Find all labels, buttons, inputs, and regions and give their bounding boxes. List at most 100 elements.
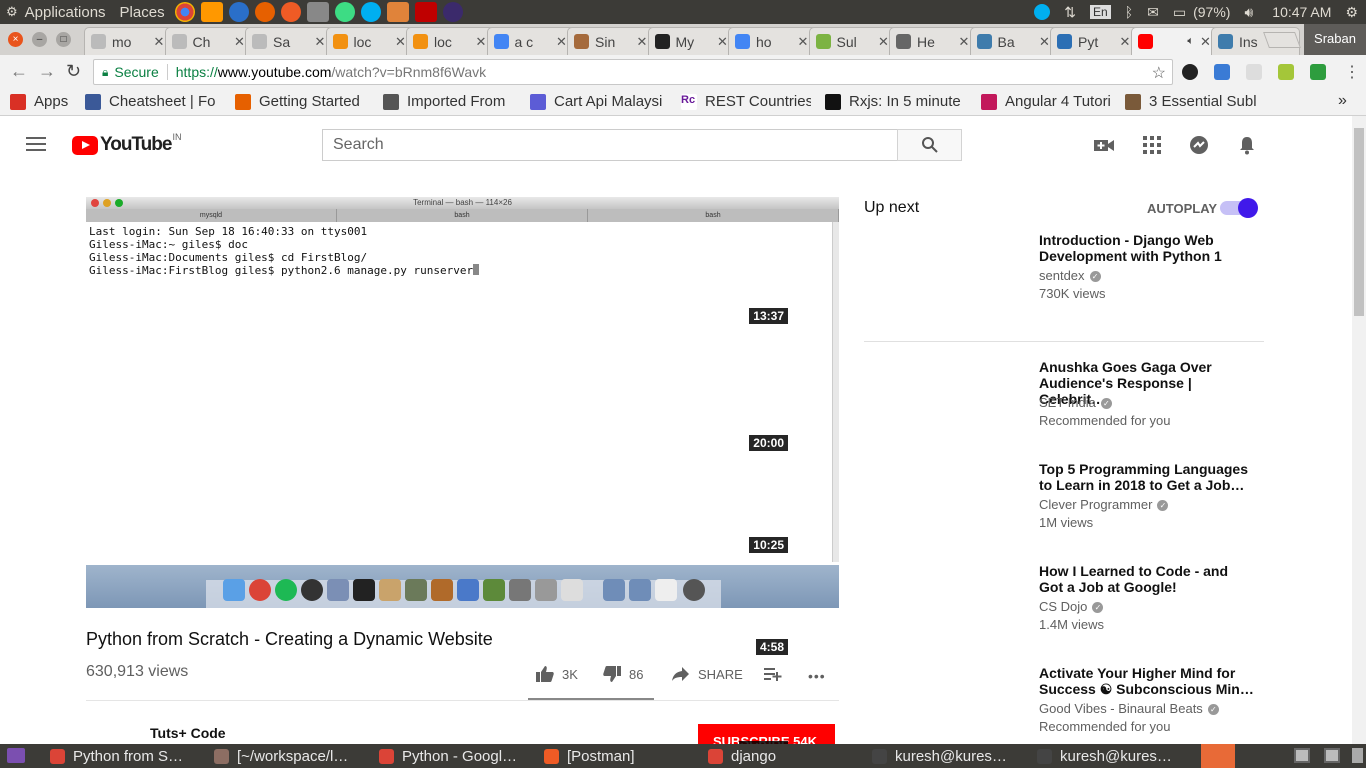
browser-tab[interactable]: Ba ✕ [969, 27, 1058, 55]
bookmark-item[interactable]: 3 Essential Subl [1125, 93, 1265, 110]
recommended-video[interactable]: 4:58 How I Learned to Code - and Got a Jo… [755, 563, 1264, 657]
autoplay-toggle[interactable] [1220, 198, 1258, 218]
browser-tab[interactable]: mo ✕ [84, 27, 173, 55]
system-gear-icon[interactable]: ⚙ [6, 4, 18, 20]
search-button[interactable] [897, 129, 962, 161]
volume-icon[interactable]: 🔊︎ [1244, 4, 1253, 21]
tray-icon-1[interactable] [1294, 748, 1310, 763]
bookmark-item[interactable]: Angular 4 Tutori [981, 93, 1116, 110]
tab-close-icon[interactable]: ✕ [154, 34, 166, 50]
tray-icon-2[interactable] [1324, 748, 1340, 763]
sublime-launcher-icon[interactable] [200, 2, 223, 22]
session-gear-icon[interactable]: ⚙ [1345, 4, 1358, 21]
window-close-button[interactable]: × [8, 32, 23, 47]
tab-close-icon[interactable]: ✕ [476, 34, 488, 50]
chrome-menu-icon[interactable]: ⋮ [1344, 62, 1360, 82]
recommended-video-title[interactable]: How I Learned to Code - and Got a Job at… [1039, 563, 1254, 595]
browser-tab[interactable]: ho ✕ [728, 27, 817, 55]
tab-close-icon[interactable]: ✕ [1120, 34, 1132, 50]
extension-3-icon[interactable] [1246, 64, 1262, 80]
taskbar-window-button[interactable]: kuresh@kures… [1037, 744, 1197, 768]
apps-grid-icon[interactable] [1141, 135, 1163, 155]
search-input[interactable]: Search [322, 129, 898, 161]
android-studio-launcher-icon[interactable] [334, 2, 355, 22]
recommended-video-title[interactable]: Introduction - Django Web Development wi… [1039, 232, 1254, 264]
bluetooth-icon[interactable]: ᛒ [1125, 4, 1133, 20]
share-button[interactable]: SHARE [672, 666, 743, 682]
trash-icon[interactable] [1352, 748, 1363, 763]
scrollbar-thumb[interactable] [1354, 128, 1364, 316]
cors-extension-icon[interactable] [1310, 64, 1326, 80]
browser-tab[interactable]: Sin ✕ [567, 27, 656, 55]
transfer-icon[interactable]: ⇅ [1064, 4, 1076, 21]
like-button[interactable]: 3K [536, 666, 578, 682]
browser-tab[interactable]: 🔈︎ ✕ [1130, 27, 1219, 55]
tab-close-icon[interactable]: ✕ [959, 34, 971, 50]
browser-tab[interactable]: Pyt ✕ [1050, 27, 1139, 55]
tab-close-icon[interactable]: ✕ [315, 34, 327, 50]
recommended-video[interactable]: 13:37 Introduction - Django Web Developme… [749, 232, 1264, 326]
browser-tab[interactable]: Ch ✕ [164, 27, 253, 55]
thunderbird-launcher-icon[interactable] [228, 2, 249, 22]
tab-close-icon[interactable]: ✕ [637, 34, 649, 50]
browser-tab[interactable]: loc ✕ [325, 27, 414, 55]
chrome-tray-icon[interactable] [1201, 744, 1235, 768]
taskbar-window-button[interactable]: Python - Googl… [379, 744, 539, 768]
upload-video-icon[interactable] [1093, 135, 1115, 155]
add-to-playlist-button[interactable] [764, 666, 790, 682]
reload-button[interactable]: ↻ [66, 61, 81, 82]
address-bar[interactable]: 🔒︎ Secure https://www.youtube.com/watch?… [93, 59, 1173, 85]
window-maximize-button[interactable]: □ [56, 32, 71, 47]
filezilla-launcher-icon[interactable] [414, 2, 437, 22]
bookmark-star-icon[interactable]: ☆ [1152, 63, 1166, 83]
guide-menu-icon[interactable] [26, 137, 46, 155]
profile-button[interactable]: Sraban [1304, 24, 1366, 55]
notifications-bell-icon[interactable] [1236, 135, 1258, 155]
video-player[interactable]: Terminal — bash — 114×26 mysqld bash bas… [86, 197, 839, 608]
taskbar-window-button[interactable]: kuresh@kures… [872, 744, 1032, 768]
skype-launcher-icon[interactable] [360, 2, 381, 22]
video-thumbnail[interactable]: 4:58 [755, 563, 1028, 655]
bookmark-item[interactable]: Cart Api Malaysi [530, 93, 670, 110]
recommended-video-title[interactable]: Activate Your Higher Mind for Success ☯ … [1039, 665, 1254, 697]
page-scrollbar[interactable] [1352, 116, 1366, 744]
android-extension-icon[interactable] [1278, 64, 1294, 80]
browser-tab[interactable]: Sa ✕ [245, 27, 334, 55]
postman-launcher-icon[interactable] [280, 2, 301, 22]
bookmark-item[interactable]: Rxjs: In 5 minute [825, 93, 975, 110]
video-thumbnail[interactable]: 20:00 [749, 359, 1028, 451]
taskbar-window-button[interactable]: django [708, 744, 868, 768]
bookmark-item[interactable]: Getting Started [235, 93, 370, 110]
bookmark-item[interactable]: Apps [10, 93, 75, 110]
places-menu[interactable]: Places [113, 4, 172, 21]
eclipse-launcher-icon[interactable] [442, 2, 463, 22]
files-launcher-icon[interactable] [386, 2, 409, 22]
new-tab-button[interactable] [1263, 32, 1301, 48]
dislike-button[interactable]: 86 [603, 666, 643, 682]
applications-menu[interactable]: Applications [18, 4, 113, 21]
video-thumbnail[interactable]: 13:37 [749, 232, 1028, 324]
bookmark-item[interactable]: Rc REST Countries [681, 93, 811, 110]
browser-tab[interactable]: loc ✕ [406, 27, 495, 55]
bookmark-item[interactable]: Imported From [383, 93, 518, 110]
tab-audio-icon[interactable]: 🔈︎ [1187, 35, 1194, 48]
clock[interactable]: 10:47 AM [1272, 4, 1331, 20]
recommended-video-title[interactable]: Top 5 Programming Languages to Learn in … [1039, 461, 1254, 493]
taskbar-window-button[interactable]: [~/workspace/l… [214, 744, 374, 768]
youtube-logo[interactable]: YouTube IN [72, 132, 181, 156]
bookmark-item[interactable]: Cheatsheet | Fo [85, 93, 225, 110]
extension-1-icon[interactable] [1182, 64, 1198, 80]
keyboard-language[interactable]: En [1090, 5, 1111, 19]
browser-tab[interactable]: a c ✕ [486, 27, 575, 55]
bookmarks-more-button[interactable]: » [1338, 92, 1347, 110]
mail-icon[interactable]: ✉ [1147, 4, 1159, 21]
browser-tab[interactable]: Sul ✕ [808, 27, 897, 55]
show-desktop-icon[interactable] [7, 748, 25, 763]
forward-button[interactable]: → [38, 61, 56, 82]
video-thumbnail[interactable]: 10:25 [749, 461, 1028, 553]
recommended-video[interactable]: 20:00 Anushka Goes Gaga Over Audience's R… [749, 359, 1264, 453]
channel-name[interactable]: Tuts+ Code [150, 725, 226, 741]
tab-close-icon[interactable]: ✕ [798, 34, 810, 50]
battery-icon[interactable]: ▭ [1173, 4, 1186, 21]
calculator-launcher-icon[interactable] [306, 2, 329, 22]
